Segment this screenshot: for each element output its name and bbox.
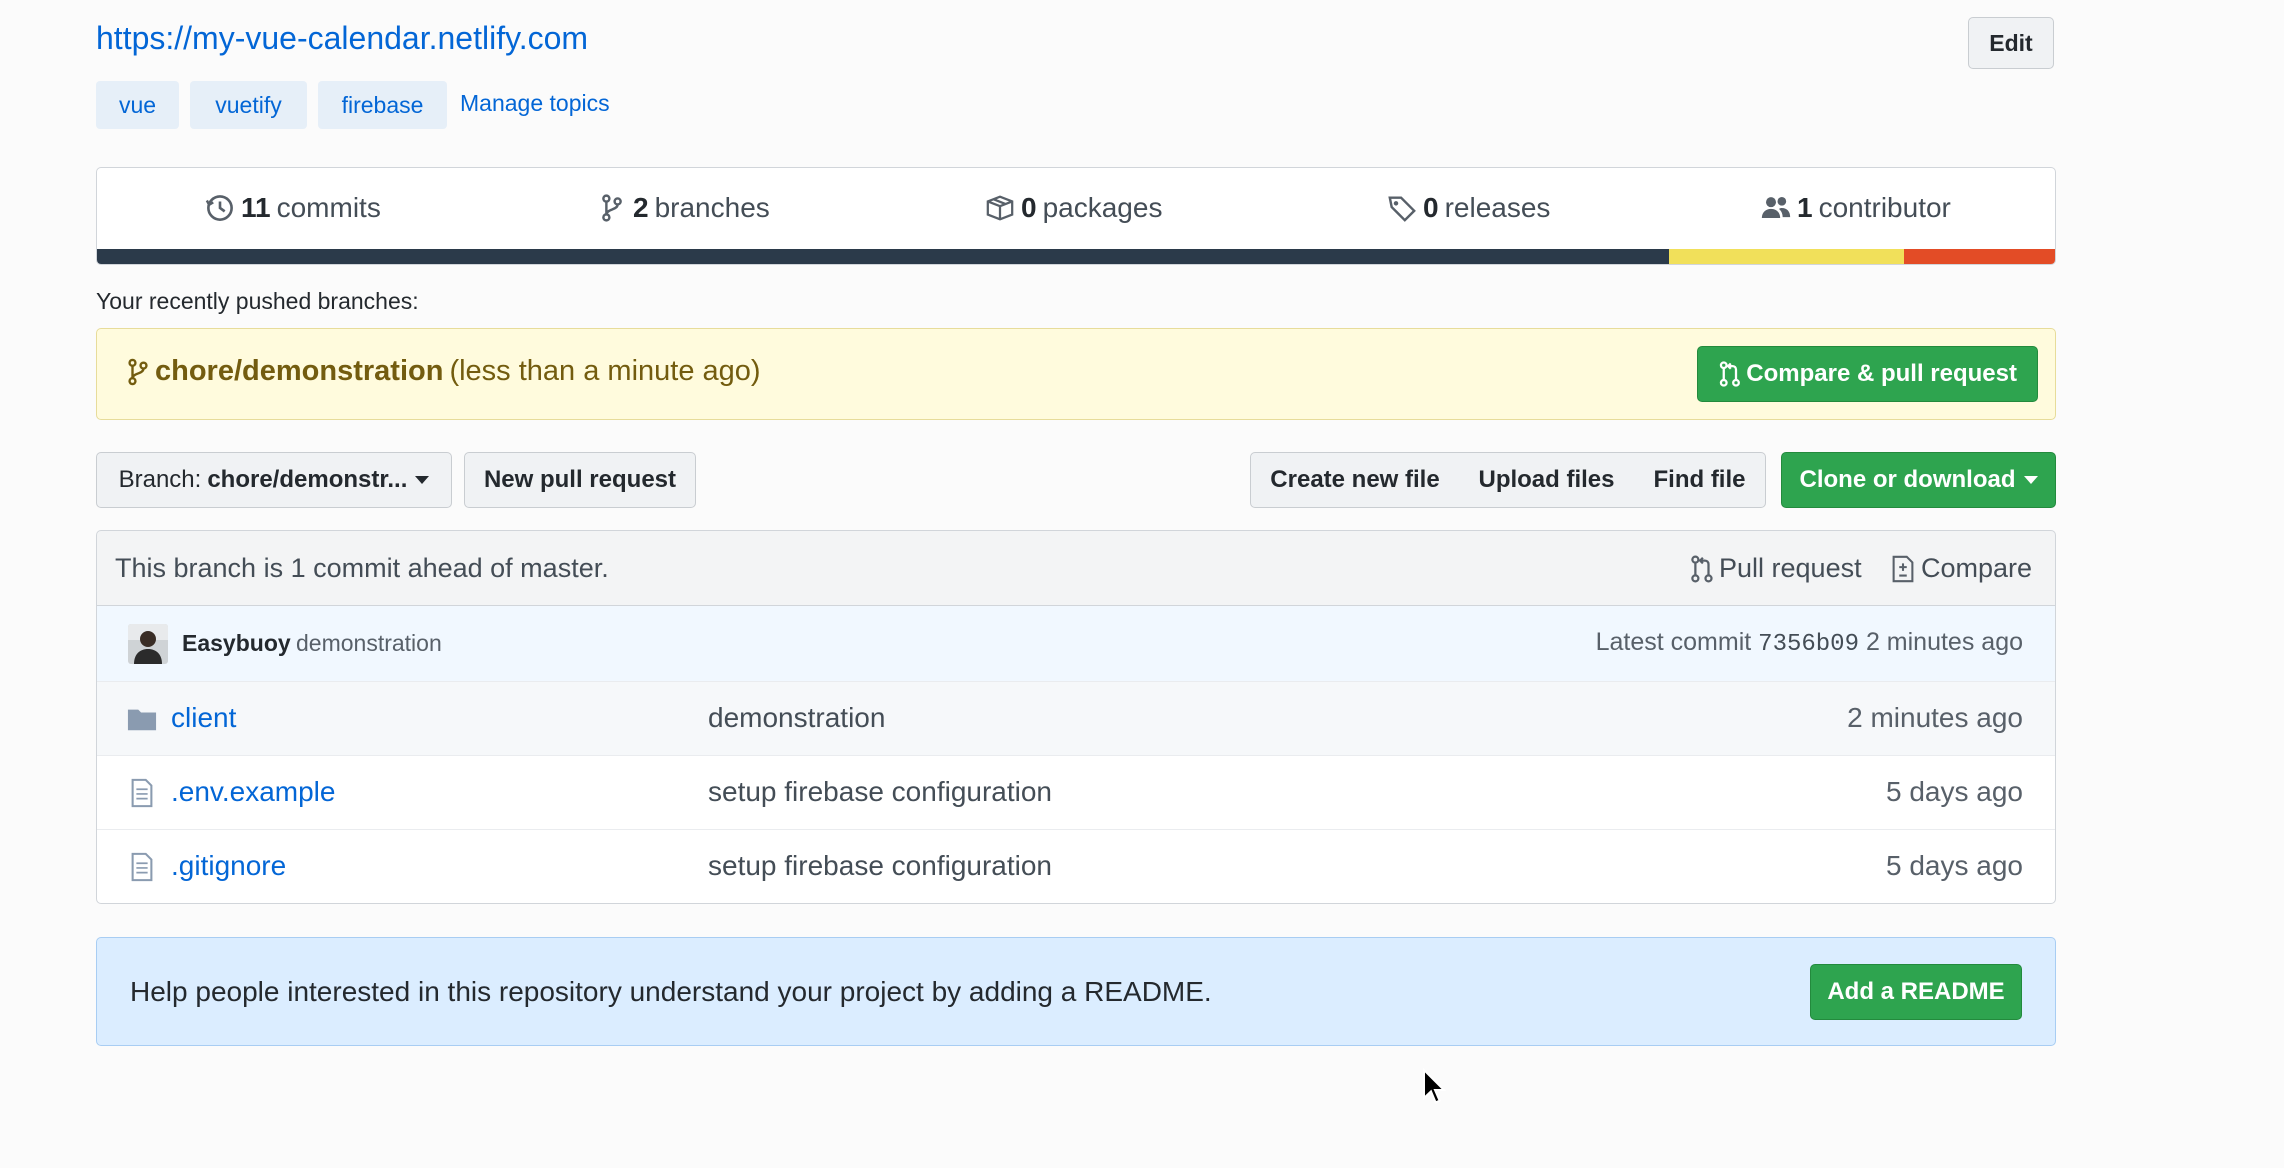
- readme-prompt: Help people interested in this repositor…: [96, 937, 2056, 1046]
- diff-icon: [1892, 555, 1914, 582]
- branch-select-button[interactable]: Branch: chore/demonstr...: [96, 452, 452, 508]
- people-icon: [1761, 197, 1791, 218]
- language-bar-segment[interactable]: [1669, 249, 1905, 264]
- history-icon: [205, 195, 233, 221]
- caret-down-icon: [2023, 476, 2038, 484]
- commits-label: commits: [276, 192, 381, 223]
- folder-icon: [127, 709, 157, 731]
- recent-branch-name[interactable]: chore/demonstration: [155, 355, 443, 388]
- releases-label: releases: [1444, 192, 1551, 223]
- pull-request-icon: [1720, 361, 1741, 387]
- language-bar[interactable]: [97, 249, 2055, 264]
- compare-pull-request-label: Compare & pull request: [1746, 360, 2017, 387]
- find-file-button[interactable]: Find file: [1634, 452, 1766, 508]
- packages-label: packages: [1042, 192, 1163, 223]
- tag-icon: [1388, 196, 1416, 222]
- branch-select-name: chore/demonstr...: [207, 466, 408, 493]
- releases-count: 0: [1423, 192, 1439, 223]
- branches-label: branches: [654, 192, 770, 223]
- mouse-cursor-icon: [1423, 1068, 1446, 1104]
- add-readme-button[interactable]: Add a README: [1810, 964, 2022, 1020]
- branch-ahead-text: This branch is 1 commit ahead of master.: [115, 553, 609, 583]
- commit-message-link[interactable]: demonstration: [296, 630, 442, 657]
- pull-request-link[interactable]: Pull request: [1689, 553, 1862, 584]
- topic-tag[interactable]: firebase: [318, 81, 447, 129]
- edit-button[interactable]: Edit: [1968, 17, 2054, 69]
- branch-icon: [128, 358, 148, 385]
- file-age: 5 days ago: [1886, 776, 2023, 807]
- compare-pull-request-button[interactable]: Compare & pull request: [1697, 346, 2038, 402]
- manage-topics-link[interactable]: Manage topics: [460, 90, 610, 117]
- file-age: 2 minutes ago: [1847, 702, 2023, 733]
- clone-or-download-button[interactable]: Clone or download: [1781, 452, 2056, 508]
- file-name-link[interactable]: client: [171, 702, 236, 734]
- latest-commit-age: 2 minutes ago: [1865, 628, 2023, 656]
- recent-branch-banner: chore/demonstration (less than a minute …: [96, 328, 2056, 420]
- pull-request-icon: [1691, 554, 1713, 582]
- readme-prompt-text: Help people interested in this repositor…: [130, 976, 1212, 1007]
- language-bar-segment[interactable]: [1904, 249, 2055, 264]
- recent-branches-heading: Your recently pushed branches:: [96, 288, 419, 314]
- upload-files-button[interactable]: Upload files: [1458, 452, 1636, 508]
- file-commit-message[interactable]: setup firebase configuration: [708, 850, 1052, 882]
- contributors-count: 1: [1797, 192, 1813, 223]
- clone-or-download-label: Clone or download: [1799, 466, 2016, 493]
- branch-infobar: This branch is 1 commit ahead of master.…: [96, 530, 2056, 606]
- latest-commit-bar: Easybuoy demonstration Latest commit 735…: [97, 606, 2055, 682]
- homepage-link[interactable]: https://my-vue-calendar.netlify.com: [96, 20, 588, 57]
- releases-link[interactable]: 0 releases: [1387, 188, 1550, 228]
- file-icon: [131, 778, 153, 808]
- packages-link[interactable]: 0 packages: [985, 188, 1162, 228]
- file-commit-message[interactable]: setup firebase configuration: [708, 776, 1052, 808]
- file-table: Easybuoy demonstration Latest commit 735…: [96, 605, 2056, 904]
- branch-icon: [602, 194, 622, 222]
- caret-down-icon: [415, 476, 430, 484]
- latest-commit-info: Latest commit 7356b09 2 minutes ago: [1596, 628, 2023, 658]
- branch-select-prefix: Branch:: [118, 466, 202, 493]
- commit-sha-link[interactable]: 7356b09: [1758, 631, 1859, 658]
- numbers-summary: 11 commits 2 branches 0 packages 0 relea…: [96, 167, 2056, 265]
- recent-branch-info: chore/demonstration (less than a minute …: [127, 355, 761, 388]
- recent-branch-time: (less than a minute ago): [449, 355, 761, 387]
- file-row: .gitignore setup firebase configuration …: [97, 829, 2055, 903]
- file-commit-message[interactable]: demonstration: [708, 702, 885, 734]
- branches-count: 2: [633, 192, 649, 223]
- contributors-label: contributor: [1818, 192, 1951, 223]
- branches-link[interactable]: 2 branches: [597, 188, 770, 228]
- file-row: client demonstration 2 minutes ago: [97, 681, 2055, 755]
- file-name-link[interactable]: .gitignore: [171, 850, 286, 882]
- file-icon: [131, 852, 153, 882]
- package-icon: [986, 195, 1014, 221]
- contributors-link[interactable]: 1 contributor: [1761, 188, 1951, 228]
- pull-request-label: Pull request: [1719, 553, 1862, 583]
- file-age: 5 days ago: [1886, 850, 2023, 881]
- commit-author-link[interactable]: Easybuoy: [182, 630, 291, 657]
- topic-tag[interactable]: vuetify: [190, 81, 307, 129]
- language-bar-segment[interactable]: [97, 249, 1670, 264]
- compare-label: Compare: [1921, 553, 2033, 583]
- compare-link[interactable]: Compare: [1891, 553, 2032, 584]
- avatar[interactable]: [128, 624, 168, 664]
- commits-link[interactable]: 11 commits: [205, 188, 381, 228]
- latest-commit-label: Latest commit: [1595, 628, 1752, 656]
- create-new-file-button[interactable]: Create new file: [1250, 452, 1460, 508]
- file-name-link[interactable]: .env.example: [171, 776, 335, 808]
- commits-count: 11: [241, 192, 271, 223]
- file-row: .env.example setup firebase configuratio…: [97, 755, 2055, 829]
- topic-tag[interactable]: vue: [96, 81, 179, 129]
- new-pull-request-button[interactable]: New pull request: [464, 452, 696, 508]
- packages-count: 0: [1021, 192, 1037, 223]
